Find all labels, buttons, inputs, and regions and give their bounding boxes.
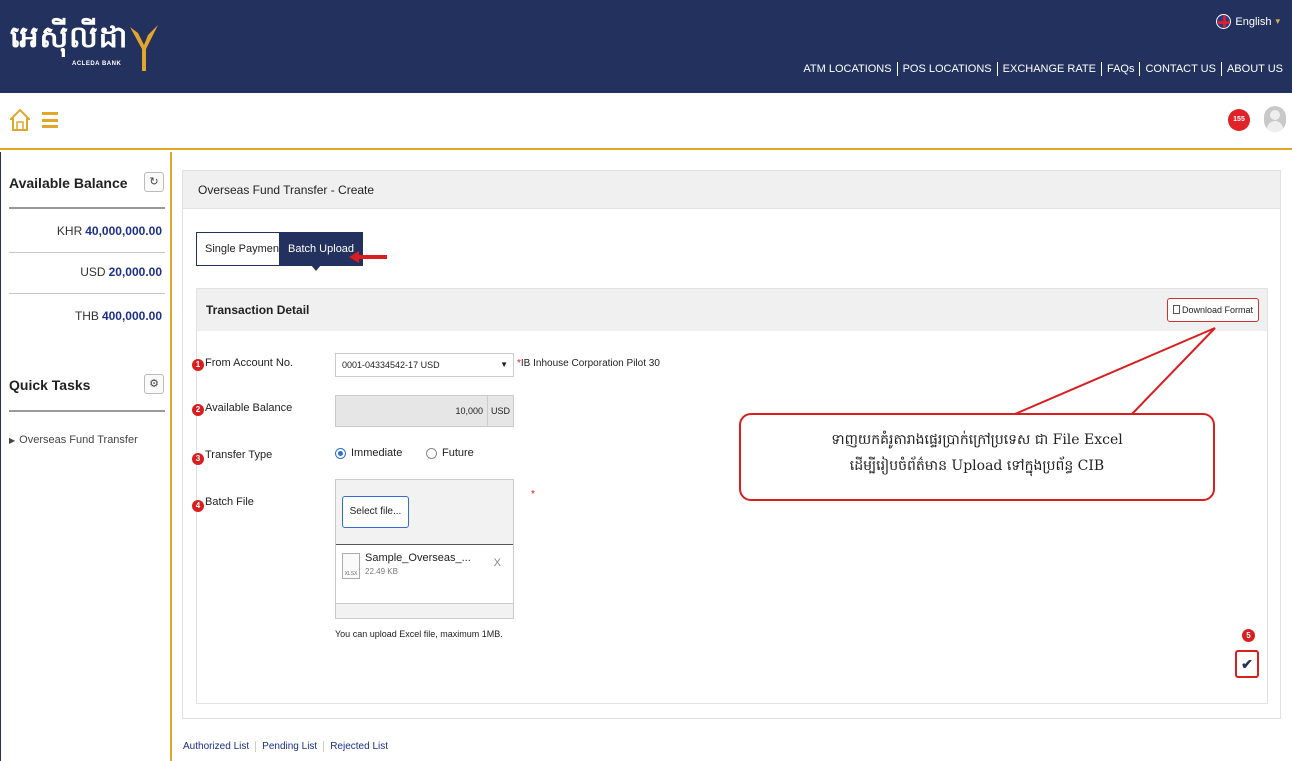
- tab-single-payment[interactable]: Single Payment: [196, 232, 292, 266]
- balance-currency: THB: [74, 309, 99, 323]
- top-header: អេស៊ីលីដា ACLEDA BANK English ▾ ATM LOCA…: [0, 0, 1292, 93]
- nav-contact-us[interactable]: CONTACT US: [1140, 62, 1222, 76]
- available-balance-field: 10,000 USD: [335, 395, 514, 427]
- sidebar: Available Balance ↻ KHR 40,000,000.00 USD…: [0, 152, 172, 761]
- from-account-value: 0001-04334542-17 USD: [342, 360, 440, 370]
- radio-label: Immediate: [351, 447, 403, 459]
- section-title: Transaction Detail Download Format: [197, 289, 1267, 331]
- divider: [9, 252, 165, 253]
- submit-check-button[interactable]: ✔: [1235, 650, 1259, 678]
- from-account-select[interactable]: 0001-04334542-17 USD ▼: [335, 353, 514, 377]
- rejected-list-link[interactable]: Rejected List: [324, 741, 394, 752]
- uploaded-file: XLSX Sample_Overseas_... 22.49 KB X: [336, 544, 513, 604]
- user-avatar[interactable]: [1264, 106, 1286, 132]
- radio-future[interactable]: Future: [426, 447, 474, 459]
- nav-about-us[interactable]: ABOUT US: [1222, 62, 1288, 76]
- uk-flag-icon: [1216, 14, 1232, 29]
- file-name: Sample_Overseas_...: [365, 552, 471, 564]
- balance-currency: KHR: [56, 224, 83, 238]
- transaction-detail-title: Transaction Detail: [206, 303, 310, 317]
- download-format-button[interactable]: Download Format: [1166, 298, 1259, 322]
- hamburger-menu-icon[interactable]: [42, 112, 58, 128]
- available-balance-title: Available Balance: [9, 175, 128, 191]
- balance-currency: USD: [487, 396, 513, 426]
- remove-file-icon[interactable]: X: [494, 557, 501, 569]
- refresh-icon[interactable]: ↻: [144, 172, 164, 192]
- radio-selected-icon: [335, 447, 346, 459]
- download-label: Download Format: [1181, 305, 1253, 315]
- acleda-logo[interactable]: អេស៊ីលីដា ACLEDA BANK: [10, 18, 170, 78]
- nav-exchange-rate[interactable]: EXCHANGE RATE: [998, 62, 1102, 76]
- gear-icon[interactable]: ⚙: [144, 374, 164, 394]
- balance-amount: 20,000.00: [108, 265, 162, 279]
- required-marker: *: [531, 489, 535, 500]
- divider: [9, 207, 165, 209]
- excel-file-icon: XLSX: [342, 553, 360, 579]
- radio-label: Future: [442, 447, 474, 459]
- quick-task-overseas-transfer[interactable]: ▶ Overseas Fund Transfer: [9, 434, 138, 446]
- bird-logo-icon: [130, 25, 158, 71]
- upload-hint: You can upload Excel file, maximum 1MB.: [335, 629, 503, 639]
- authorized-list-link[interactable]: Authorized List: [183, 741, 257, 752]
- logo-subtitle: ACLEDA BANK: [72, 61, 122, 67]
- file-ext: XLSX: [344, 571, 358, 577]
- balance-amount: 40,000,000.00: [85, 224, 162, 238]
- home-icon[interactable]: [10, 109, 30, 131]
- nav-atm-locations[interactable]: ATM LOCATIONS: [798, 62, 898, 76]
- file-size: 22.49 KB: [365, 567, 398, 576]
- dropdown-arrow-icon: ▼: [500, 360, 508, 369]
- page-title: Overseas Fund Transfer - Create: [183, 171, 1280, 209]
- callout-line-2: ដើម្បីរៀបចំព័ត៌មាន Upload ទៅក្នុងប្រព័ន្…: [849, 458, 1105, 474]
- batch-file-label: Batch File: [205, 496, 254, 508]
- radio-immediate[interactable]: Immediate: [335, 447, 402, 459]
- balance-row-khr: KHR 40,000,000.00: [57, 224, 162, 238]
- account-name: *IB Inhouse Corporation Pilot 30: [517, 358, 660, 369]
- task-label: Overseas Fund Transfer: [19, 434, 138, 446]
- quick-tasks-title: Quick Tasks: [9, 377, 91, 393]
- nav-faqs[interactable]: FAQs: [1102, 62, 1141, 76]
- instruction-callout: ទាញយកគំរូតារាងផ្ទេរប្រាក់ក្រៅប្រទេស ជា F…: [739, 413, 1215, 501]
- divider: [9, 410, 165, 412]
- balance-amount: 400,000.00: [101, 309, 162, 323]
- transfer-type-label: Transfer Type: [205, 449, 273, 461]
- radio-unselected-icon: [426, 447, 437, 459]
- notification-badge[interactable]: 155: [1228, 109, 1250, 131]
- step-marker-1: 1: [192, 359, 204, 371]
- logo-text: អេស៊ីលីដា: [10, 20, 129, 55]
- balance-row-thb: THB 400,000.00: [75, 309, 162, 323]
- language-selector[interactable]: English ▾: [1216, 14, 1280, 29]
- select-file-button[interactable]: Select file...: [342, 496, 409, 528]
- callout-line-1: ទាញយកគំរូតារាងផ្ទេរប្រាក់ក្រៅប្រទេស ជា F…: [831, 432, 1123, 448]
- list-links: Authorized List Pending List Rejected Li…: [183, 741, 394, 752]
- pending-list-link[interactable]: Pending List: [256, 741, 325, 752]
- balance-value: 10,000: [455, 406, 483, 416]
- nav-pos-locations[interactable]: POS LOCATIONS: [898, 62, 998, 76]
- balance-currency: USD: [80, 265, 106, 279]
- batch-file-upload: Select file... XLSX Sample_Overseas_... …: [335, 479, 514, 619]
- language-label: English: [1235, 15, 1272, 28]
- step-marker-4: 4: [192, 500, 204, 512]
- pointer-arrow-icon: [349, 251, 387, 263]
- from-account-label: From Account No.: [205, 357, 294, 369]
- top-navigation: ATM LOCATIONS POS LOCATIONS EXCHANGE RAT…: [798, 62, 1288, 76]
- available-balance-label: Available Balance: [205, 402, 293, 414]
- balance-row-usd: USD 20,000.00: [80, 265, 162, 279]
- chevron-down-icon: ▾: [1275, 16, 1280, 26]
- document-icon: [1172, 305, 1180, 314]
- step-marker-3: 3: [192, 453, 204, 465]
- step-marker-5: 5: [1242, 629, 1255, 642]
- caret-right-icon: ▶: [9, 436, 16, 445]
- step-marker-2: 2: [192, 404, 204, 416]
- account-name-text: IB Inhouse Corporation Pilot 30: [520, 358, 660, 369]
- divider: [9, 293, 165, 294]
- toolbar: 155: [0, 93, 1292, 150]
